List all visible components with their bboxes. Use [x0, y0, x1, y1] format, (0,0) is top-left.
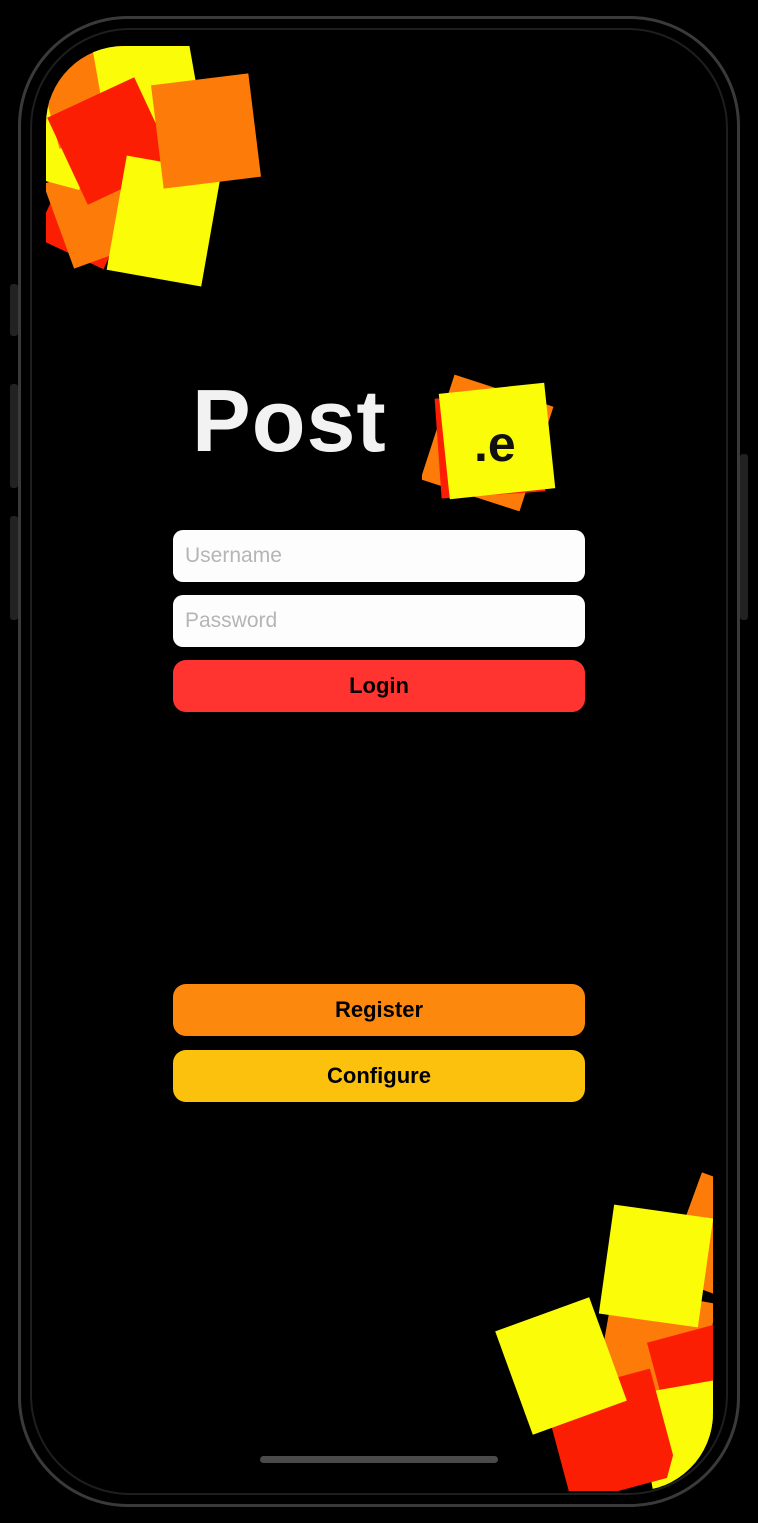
home-indicator[interactable]	[260, 1456, 498, 1463]
app-screen: Post .e Login Register Configure	[46, 46, 713, 1491]
logo-text: Post	[192, 371, 387, 470]
bottom-right-squares-decoration	[495, 1172, 713, 1491]
register-button[interactable]: Register	[173, 984, 585, 1036]
app-logo: Post .e	[192, 371, 572, 511]
volume-up-button	[10, 384, 18, 488]
mute-switch	[10, 284, 18, 336]
password-input[interactable]	[173, 595, 585, 647]
power-button	[740, 454, 748, 620]
volume-down-button	[10, 516, 18, 620]
logo-mark-text: .e	[474, 416, 516, 472]
logo-squares-mark: .e	[422, 374, 556, 511]
configure-button[interactable]: Configure	[173, 1050, 585, 1102]
login-button[interactable]: Login	[173, 660, 585, 712]
username-input[interactable]	[173, 530, 585, 582]
